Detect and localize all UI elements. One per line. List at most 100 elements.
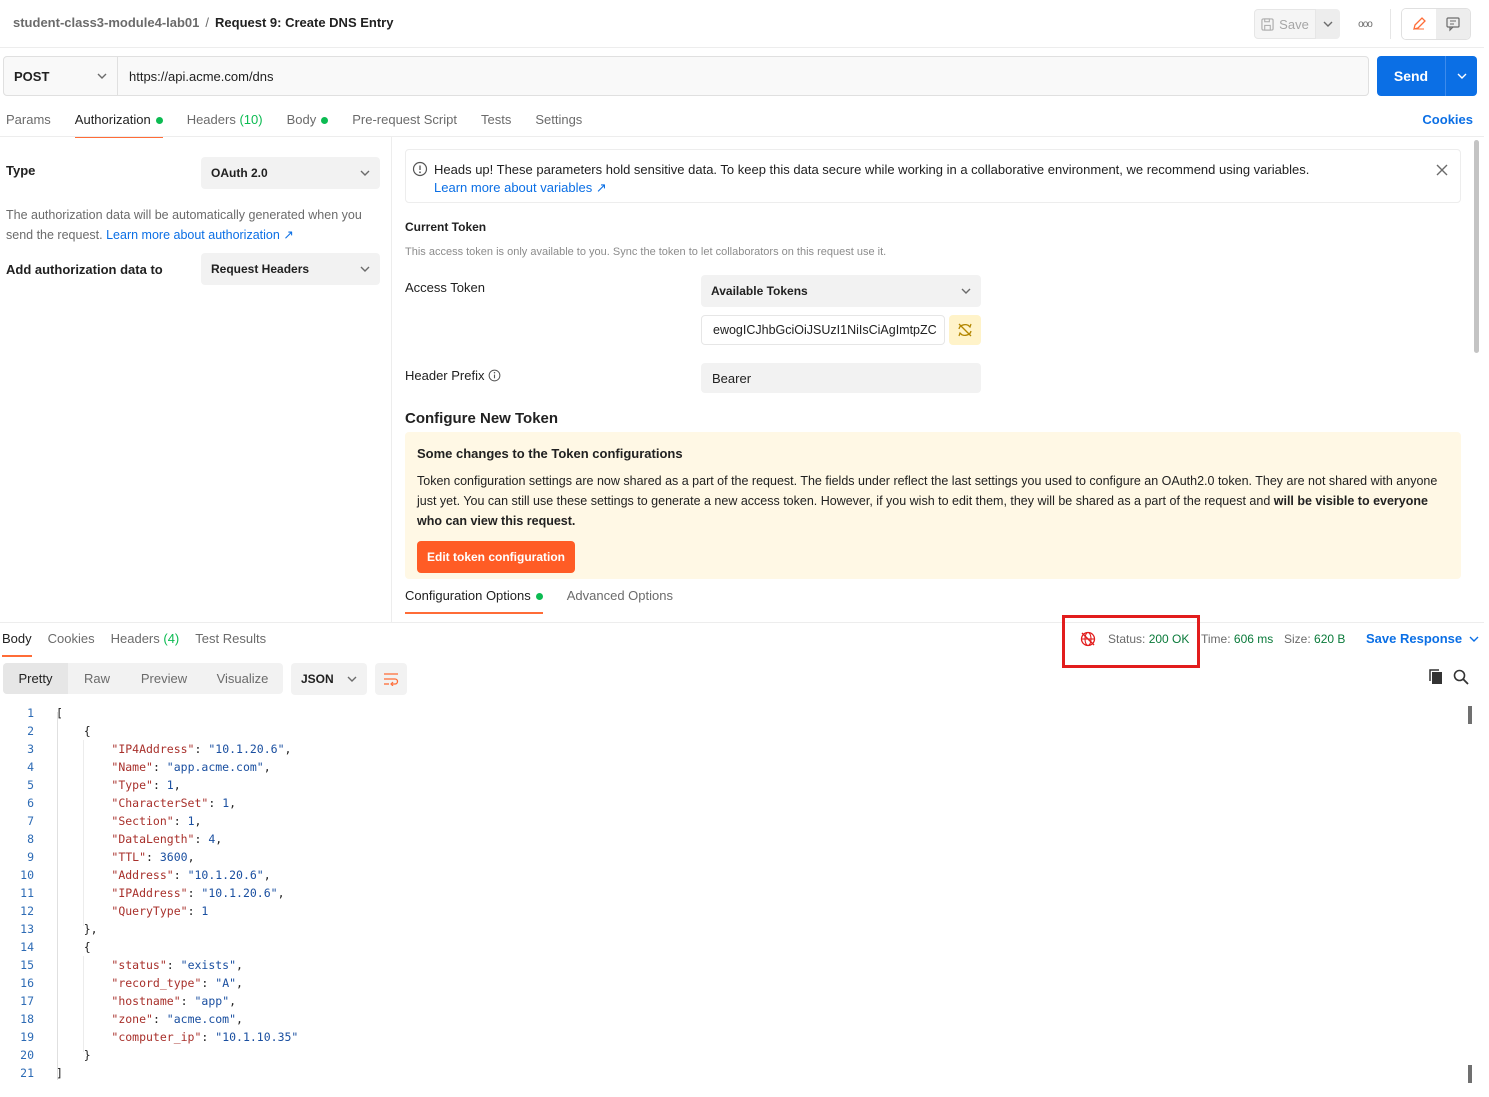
auth-type-value: OAuth 2.0 [211, 166, 268, 180]
sync-token-button[interactable] [949, 315, 981, 345]
globe-off-icon[interactable] [1079, 630, 1097, 648]
edit-token-configuration-button[interactable]: Edit token configuration [417, 541, 575, 573]
available-tokens-select[interactable]: Available Tokens [701, 275, 981, 307]
tab-test-results[interactable]: Test Results [195, 631, 266, 656]
learn-more-variables-link[interactable]: Learn more about variables ↗ [434, 179, 1309, 197]
save-icon [1261, 17, 1274, 31]
tab-headers[interactable]: Headers (10) [187, 112, 263, 137]
tab-response-headers[interactable]: Headers (4) [111, 631, 180, 656]
add-auth-to-select[interactable]: Request Headers [201, 253, 380, 285]
response-body-code[interactable]: 1[2 {3 "IP4Address": "10.1.20.6", 4 "Name… [0, 704, 1460, 1082]
toolbar-divider [1390, 9, 1391, 39]
view-pretty[interactable]: Pretty [3, 663, 68, 694]
send-options-button[interactable] [1445, 56, 1477, 96]
line-number: 18 [20, 1012, 34, 1026]
code-token: "record_type" [111, 976, 202, 990]
breadcrumb-workspace[interactable]: student-class3-module4-lab01 [13, 15, 199, 30]
cookies-link[interactable]: Cookies [1422, 112, 1473, 127]
wrap-lines-button[interactable] [375, 663, 407, 695]
header-prefix-input[interactable]: Bearer [701, 363, 981, 393]
request-scrollbar[interactable] [1474, 140, 1479, 353]
top-toolbar: Save ooo [1254, 8, 1471, 40]
line-number: 19 [20, 1030, 34, 1044]
status-dot [535, 593, 543, 601]
code-text: "CharacterSet": 1, [36, 794, 236, 812]
code-token: , [194, 814, 202, 828]
search-icon[interactable] [1453, 669, 1469, 685]
tab-label: Params [6, 112, 51, 127]
tab-pre-request-script[interactable]: Pre-request Script [352, 112, 457, 137]
edit-mode-button[interactable] [1402, 9, 1436, 39]
save-response-button[interactable]: Save Response [1366, 631, 1479, 646]
view-preview[interactable]: Preview [126, 663, 202, 694]
config-tabs: Configuration Options Advanced Options [405, 588, 697, 614]
line-number: 1 [27, 706, 34, 720]
code-token: "exists" [180, 958, 237, 972]
response-time[interactable]: Time: 606 ms [1201, 632, 1273, 646]
code-token: "Section" [111, 814, 174, 828]
view-visualize[interactable]: Visualize [202, 663, 283, 694]
code-token: { [56, 724, 91, 738]
code-token: "10.1.20.6" [187, 868, 264, 882]
notice-title: Some changes to the Token configurations [417, 446, 683, 461]
code-token: , [229, 796, 237, 810]
code-line: 11 "IPAddress": "10.1.20.6", [0, 884, 1460, 902]
tab-settings[interactable]: Settings [535, 112, 582, 137]
response-tabs: Body Cookies Headers (4) Test Results [2, 631, 290, 657]
code-token: "TTL" [111, 850, 147, 864]
tab-params[interactable]: Params [6, 112, 51, 137]
tab-authorization[interactable]: Authorization [74, 112, 163, 138]
send-button[interactable]: Send [1377, 68, 1445, 84]
view-raw[interactable]: Raw [68, 663, 126, 694]
code-token: "QueryType" [111, 904, 188, 918]
tab-label: Advanced Options [566, 588, 673, 603]
response-divider [0, 622, 1484, 623]
header-prefix-text: Header Prefix [405, 368, 485, 383]
code-token: : [166, 958, 181, 972]
access-token-input[interactable]: ewogICJhbGciOiJSUzI1NiIsCiAgImtpZC [701, 315, 945, 345]
tab-tests[interactable]: Tests [481, 112, 511, 137]
more-options-button[interactable]: ooo [1350, 19, 1380, 30]
copy-icon[interactable] [1428, 668, 1444, 685]
close-icon[interactable] [1436, 164, 1448, 176]
response-size[interactable]: Size: 620 B [1284, 632, 1345, 646]
code-token: "10.1.10.35" [215, 1030, 299, 1044]
access-token-label: Access Token [405, 280, 485, 295]
tab-response-body[interactable]: Body [2, 631, 32, 657]
url-input[interactable]: https://api.acme.com/dns [118, 69, 274, 84]
code-text: "IPAddress": "10.1.20.6", [36, 884, 284, 902]
info-icon[interactable] [488, 369, 501, 382]
header-divider [0, 47, 1484, 48]
code-scrollbar-bottom[interactable] [1468, 1065, 1472, 1083]
format-select[interactable]: JSON [291, 663, 367, 695]
line-number: 10 [20, 868, 34, 882]
sync-off-icon [958, 323, 972, 337]
tab-body[interactable]: Body [287, 112, 329, 137]
comments-button[interactable] [1436, 9, 1470, 39]
save-label: Save [1279, 16, 1309, 32]
notice-body: Token configuration settings are now sha… [417, 471, 1449, 531]
token-config-notice: Some changes to the Token configurations… [405, 432, 1461, 579]
tab-response-cookies[interactable]: Cookies [48, 631, 95, 656]
code-scrollbar-top[interactable] [1468, 706, 1472, 724]
code-token: : [201, 976, 216, 990]
tab-advanced-options[interactable]: Advanced Options [567, 588, 673, 613]
response-status[interactable]: Status: 200 OK [1108, 632, 1189, 646]
tab-configuration-options[interactable]: Configuration Options [405, 588, 543, 614]
method-select[interactable]: POST [4, 57, 118, 95]
info-icon [412, 161, 428, 177]
code-token: : [152, 778, 167, 792]
request-title[interactable]: Request 9: Create DNS Entry [215, 15, 393, 30]
pencil-icon [1413, 17, 1426, 30]
learn-more-auth-link[interactable]: Learn more about authorization ↗ [106, 228, 294, 242]
auth-type-select[interactable]: OAuth 2.0 [201, 157, 380, 189]
save-button[interactable]: Save [1254, 9, 1316, 39]
code-text: "TTL": 3600, [36, 848, 194, 866]
code-line: 3 "IP4Address": "10.1.20.6", [0, 740, 1460, 758]
save-options-button[interactable] [1316, 9, 1340, 39]
code-token: 1 [201, 904, 209, 918]
